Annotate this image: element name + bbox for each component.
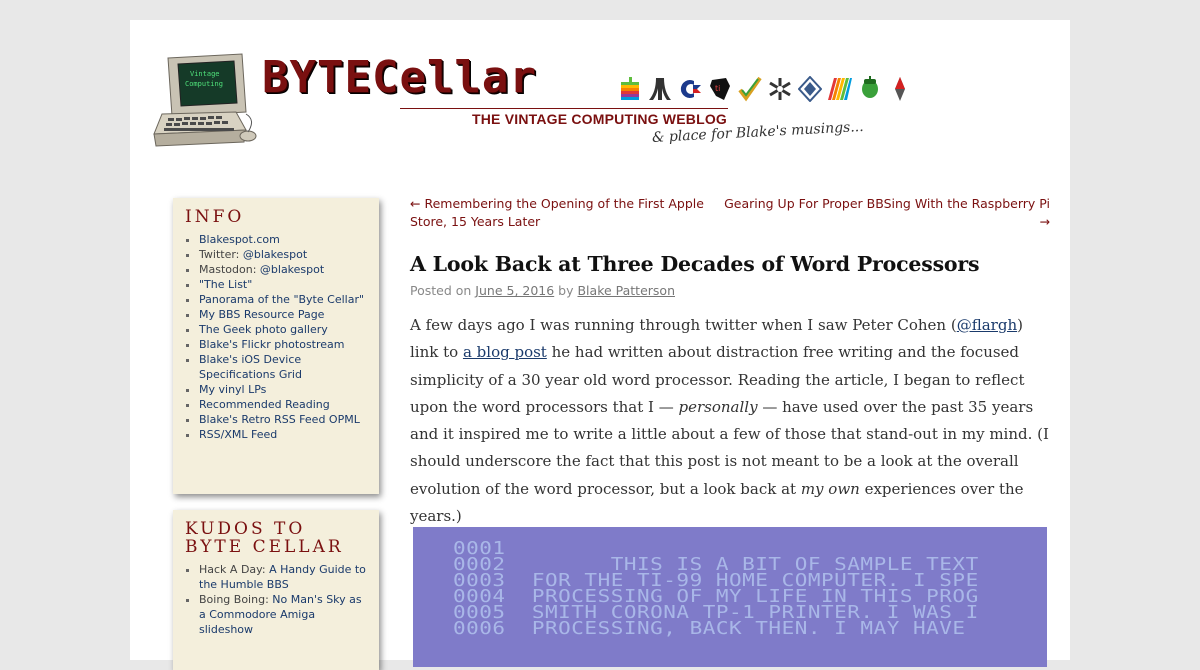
body-text-1: A few days ago I was running through twi… <box>410 316 957 334</box>
logo-underline <box>400 108 728 109</box>
info-item-reading: Recommended Reading <box>199 397 367 412</box>
post-meta: Posted on June 5, 2016 by Blake Patterso… <box>410 283 675 298</box>
by-label: by <box>554 283 578 298</box>
info-item-geek-gallery: The Geek photo gallery <box>199 322 367 337</box>
rainbow-stripes-icon <box>828 78 852 100</box>
ti-logo-icon: ti <box>710 78 730 100</box>
mastodon-label: Mastodon: <box>199 263 260 276</box>
emphasis-my-own: my own <box>800 479 860 498</box>
info-item-opml: Blake's Retro RSS Feed OPML <box>199 412 367 427</box>
geek-gallery-link[interactable]: The Geek photo gallery <box>199 323 328 336</box>
blog-post-link[interactable]: a blog post <box>463 343 547 361</box>
next-post-link[interactable]: Gearing Up For Proper BBSing With the Ra… <box>720 195 1050 231</box>
post-body: A few days ago I was running through twi… <box>410 312 1050 530</box>
svg-text:ti: ti <box>715 84 720 93</box>
flargh-link[interactable]: @flargh <box>957 316 1017 334</box>
ti-screen-line: 0002 THIS IS A BIT OF SAMPLE TEXT <box>453 553 979 574</box>
author-link[interactable]: Blake Patterson <box>577 283 675 298</box>
info-item-the-list: "The List" <box>199 277 367 292</box>
previous-post-link[interactable]: ← Remembering the Opening of the First A… <box>410 195 710 231</box>
atari-logo-icon <box>649 78 671 100</box>
check-logo-icon <box>738 76 762 102</box>
info-item-bbs-resource: My BBS Resource Page <box>199 307 367 322</box>
vinyl-link[interactable]: My vinyl LPs <box>199 383 266 396</box>
info-item-flickr: Blake's Flickr photostream <box>199 337 367 352</box>
apple-logo-icon <box>621 77 639 100</box>
screen-label-computing: Computing <box>185 80 223 88</box>
compass-logo-icon <box>895 77 905 101</box>
hackaday-label: Hack A Day: <box>199 563 270 576</box>
ti-screen-line: 0006 PROCESSING, BACK THEN. I MAY HAVE <box>453 617 966 638</box>
post-navigation: ← Remembering the Opening of the First A… <box>410 195 1050 231</box>
the-list-link[interactable]: "The List" <box>199 278 252 291</box>
ios-grid-link[interactable]: Blake's iOS Device Specifications Grid <box>199 353 302 381</box>
ti-screen-line: 0004 PROCESSING OF MY LIFE IN THIS PROG <box>453 585 979 606</box>
kudos-title-line1: KUDOS TO <box>185 519 306 539</box>
boingboing-label: Boing Boing: <box>199 593 273 606</box>
info-item-rss: RSS/XML Feed <box>199 427 367 442</box>
info-item-blakespot: Blakespot.com <box>199 232 367 247</box>
site-header-banner[interactable]: Vintage Computing BYTECellar THE VINTAGE… <box>150 50 910 160</box>
screen-label-vintage: Vintage <box>190 70 220 78</box>
info-widget: INFO Blakespot.com Twitter: @blakespot M… <box>173 198 379 494</box>
mastodon-link[interactable]: @blakespot <box>260 263 324 276</box>
posted-on-label: Posted on <box>410 283 476 298</box>
site-tagline: THE VINTAGE COMPUTING WEBLOG <box>472 111 728 127</box>
bbs-resource-link[interactable]: My BBS Resource Page <box>199 308 324 321</box>
vintage-brand-icons: ti <box>618 74 912 104</box>
info-links-list: Blakespot.com Twitter: @blakespot Mastod… <box>185 232 367 442</box>
blakespot-link[interactable]: Blakespot.com <box>199 233 280 246</box>
diamond-logo-icon <box>798 76 822 102</box>
info-widget-title: INFO <box>185 207 245 227</box>
post-content: ← Remembering the Opening of the First A… <box>410 195 1050 525</box>
acorn-logo-icon <box>862 76 878 98</box>
snowflake-logo-icon <box>769 78 791 100</box>
panorama-link[interactable]: Panorama of the "Byte Cellar" <box>199 293 364 306</box>
ti-screen-line: 0003 FOR THE TI-99 HOME COMPUTER. I SPE <box>453 569 979 590</box>
kudos-widget: KUDOS TOBYTE CELLAR Hack A Day: A Handy … <box>173 510 379 670</box>
site-logo-text[interactable]: BYTECellar <box>262 56 537 100</box>
kudos-item-boingboing: Boing Boing: No Man's Sky as a Commodore… <box>199 592 367 637</box>
twitter-link[interactable]: @blakespot <box>243 248 307 261</box>
info-item-vinyl: My vinyl LPs <box>199 382 367 397</box>
vintage-computer-illustration: Vintage Computing <box>153 53 257 147</box>
commodore-logo-icon <box>680 80 701 98</box>
post-date-link[interactable]: June 5, 2016 <box>475 283 554 298</box>
ti-screen-line: 0001 <box>453 537 506 558</box>
kudos-title-line2: BYTE CELLAR <box>185 537 344 557</box>
reading-link[interactable]: Recommended Reading <box>199 398 330 411</box>
rss-link[interactable]: RSS/XML Feed <box>199 428 277 441</box>
info-item-twitter: Twitter: @blakespot <box>199 247 367 262</box>
emphasis-personally: personally <box>678 397 758 416</box>
kudos-item-hackaday: Hack A Day: A Handy Guide to the Humble … <box>199 562 367 592</box>
twitter-label: Twitter: <box>199 248 243 261</box>
info-item-ios-grid: Blake's iOS Device Specifications Grid <box>199 352 367 382</box>
kudos-links-list: Hack A Day: A Handy Guide to the Humble … <box>185 562 367 637</box>
ti-screen-line: 0005 SMITH CORONA TP-1 PRINTER. I WAS I <box>453 601 979 622</box>
flickr-link[interactable]: Blake's Flickr photostream <box>199 338 345 351</box>
ti99-screenshot-image[interactable]: 0001 0002 THIS IS A BIT OF SAMPLE TEXT 0… <box>413 527 1047 667</box>
info-item-panorama: Panorama of the "Byte Cellar" <box>199 292 367 307</box>
post-title: A Look Back at Three Decades of Word Pro… <box>410 252 980 276</box>
page-container: Vintage Computing BYTECellar THE VINTAGE… <box>130 20 1070 670</box>
opml-link[interactable]: Blake's Retro RSS Feed OPML <box>199 413 360 426</box>
kudos-widget-title: KUDOS TO BYTE CELLAR <box>185 520 367 556</box>
info-item-mastodon: Mastodon: @blakespot <box>199 262 367 277</box>
